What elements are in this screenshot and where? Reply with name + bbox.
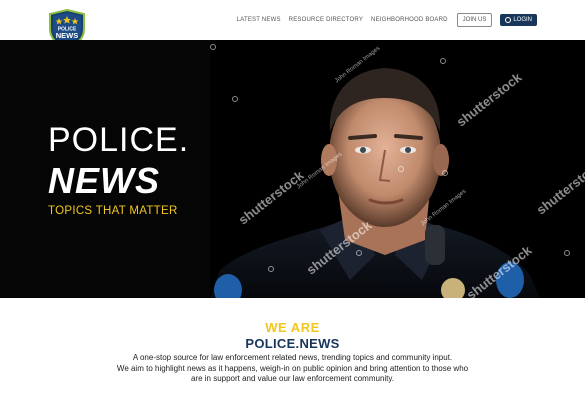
watermark-dot — [268, 266, 274, 272]
login-button[interactable]: LOGIN — [500, 14, 537, 26]
nav-latest-news[interactable]: LATEST NEWS — [237, 17, 281, 23]
join-us-button[interactable]: JOIN US — [456, 13, 493, 27]
logo-line2: NEWS — [56, 31, 79, 40]
watermark-dot — [398, 166, 404, 172]
watermark-dot — [564, 250, 570, 256]
watermark-dot — [232, 96, 238, 102]
site-header: POLICE NEWS LATEST NEWS RESOURCE DIRECTO… — [0, 0, 585, 50]
watermark-dot — [210, 44, 216, 50]
nav-resource-directory[interactable]: RESOURCE DIRECTORY — [289, 17, 363, 23]
about-line: are in support and value our law enforce… — [190, 374, 395, 383]
hero-banner: shutterstock shutterstock shutterstock s… — [0, 40, 585, 298]
watermark-dot — [440, 58, 446, 64]
about-description: A one-stop source for law enforcement re… — [0, 353, 585, 385]
main-nav: LATEST NEWS RESOURCE DIRECTORY NEIGHBORH… — [229, 13, 537, 27]
hero-title-line1: POLICE. — [48, 121, 190, 159]
about-section: WE ARE POLICE.NEWS A one-stop source for… — [0, 298, 585, 400]
login-label: LOGIN — [513, 17, 532, 23]
hero-tagline: TOPICS THAT MATTER — [48, 205, 178, 217]
hero-headline: POLICE. NEWS TOPICS THAT MATTER — [48, 122, 189, 217]
watermark-dot — [356, 250, 362, 256]
watermark-dot — [442, 170, 448, 176]
about-line: We aim to highlight news as it happens, … — [116, 363, 469, 373]
user-icon — [505, 17, 512, 23]
hero-title-line2: NEWS — [48, 160, 160, 201]
about-heading-we-are: WE ARE — [265, 320, 320, 335]
about-line: A one-stop source for law enforcement re… — [132, 353, 453, 362]
about-heading-brand: POLICE.NEWS — [245, 336, 340, 351]
nav-neighborhood-board[interactable]: NEIGHBORHOOD BOARD — [371, 17, 448, 23]
